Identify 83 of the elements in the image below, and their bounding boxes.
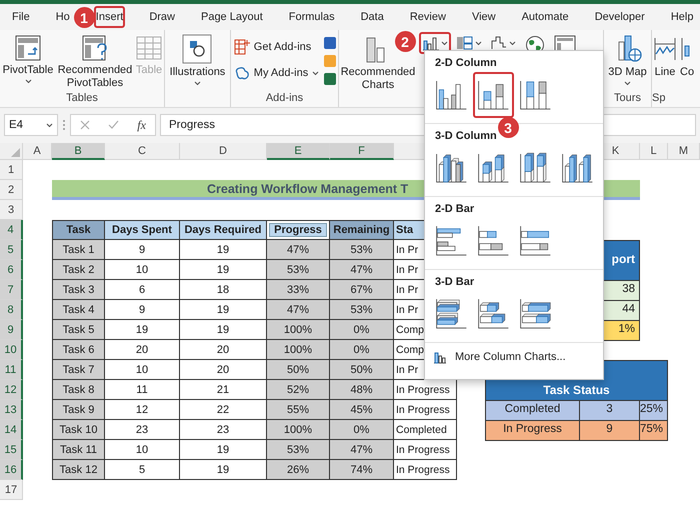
- table-cell: 19: [180, 300, 267, 320]
- table-cell: 9: [105, 300, 180, 320]
- table-cell: Task 1: [52, 240, 105, 260]
- menu-section-title: 2-D Column: [434, 57, 498, 69]
- table-cell: Task 11: [52, 440, 105, 460]
- table-cell: 74%: [330, 460, 394, 480]
- table-cell: 18: [180, 280, 267, 300]
- table-cell: Task 10: [52, 420, 105, 440]
- table-cell: 9: [105, 240, 180, 260]
- group-label: Tables: [66, 92, 98, 106]
- table-cell: 0%: [330, 420, 394, 440]
- table-cell: In Progress: [394, 380, 457, 400]
- table-cell: 10: [105, 260, 180, 280]
- table-cell: 0%: [330, 340, 394, 360]
- table-cell: 53%: [267, 440, 330, 460]
- table-cell: 11: [105, 380, 180, 400]
- table-cell: 47%: [330, 260, 394, 280]
- table-cell: 0%: [330, 320, 394, 340]
- table-cell: 100%: [267, 320, 330, 340]
- table-cell: 53%: [330, 300, 394, 320]
- task-status-cell: 3: [579, 400, 640, 421]
- table-cell: 22: [180, 400, 267, 420]
- table-cell: 50%: [267, 360, 330, 380]
- table-cell: 10: [105, 360, 180, 380]
- table-cell: Task 4: [52, 300, 105, 320]
- table-cell: Task 2: [52, 260, 105, 280]
- table-cell: Task 9: [52, 400, 105, 420]
- table-cell: 48%: [330, 380, 394, 400]
- table-cell: 20: [105, 340, 180, 360]
- table-cell: Task 12: [52, 460, 105, 480]
- table-cell: 47%: [267, 240, 330, 260]
- table-cell: 19: [105, 320, 180, 340]
- table-cell: 19: [180, 260, 267, 280]
- table-header-cell: Remaining: [330, 220, 394, 240]
- menu-section-title: 2-D Bar: [434, 203, 476, 215]
- group-label: Add-ins: [266, 92, 304, 106]
- task-status-cell: 25%: [639, 400, 668, 421]
- table-cell: 19: [180, 440, 267, 460]
- table-cell: 19: [180, 240, 267, 260]
- menu-section-title: 3-D Column: [434, 130, 498, 142]
- table-cell: Task 7: [52, 360, 105, 380]
- table-cell: 53%: [330, 240, 394, 260]
- table-cell: 33%: [267, 280, 330, 300]
- table-cell: 45%: [330, 400, 394, 420]
- table-cell: Task 5: [52, 320, 105, 340]
- task-status-cell: Completed: [485, 400, 580, 421]
- table-header-cell: Days Required: [180, 220, 267, 240]
- table-cell: 20: [180, 360, 267, 380]
- table-cell: 23: [105, 420, 180, 440]
- table-cell: 47%: [267, 300, 330, 320]
- table-cell: Task 3: [52, 280, 105, 300]
- table-cell: 10: [105, 440, 180, 460]
- task-status-cell: 75%: [639, 420, 668, 441]
- table-cell: 19: [180, 320, 267, 340]
- table-cell: Task 6: [52, 340, 105, 360]
- table-cell: 6: [105, 280, 180, 300]
- table-cell: 19: [180, 460, 267, 480]
- table-cell: 23: [180, 420, 267, 440]
- table-cell: 55%: [267, 400, 330, 420]
- table-cell: 100%: [267, 420, 330, 440]
- table-header-cell: Progress: [267, 220, 330, 240]
- table-cell: Completed: [394, 420, 457, 440]
- group-label: Tours: [614, 92, 641, 106]
- table-cell: In Progress: [394, 440, 457, 460]
- table-cell: 50%: [330, 360, 394, 380]
- table-cell: 5: [105, 460, 180, 480]
- task-status-cell: 9: [579, 420, 640, 441]
- table-header-cell: Task: [52, 220, 105, 240]
- table-header-cell: Days Spent: [105, 220, 180, 240]
- table-cell: 12: [105, 400, 180, 420]
- table-cell: 21: [180, 380, 267, 400]
- group-label: Sp: [652, 92, 666, 106]
- table-cell: 47%: [330, 440, 394, 460]
- table-cell: 67%: [330, 280, 394, 300]
- table-cell: 26%: [267, 460, 330, 480]
- table-cell: Task 8: [52, 380, 105, 400]
- table-cell: 52%: [267, 380, 330, 400]
- task-status-cell: In Progress: [485, 420, 580, 441]
- table-cell: 20: [180, 340, 267, 360]
- table-cell: 100%: [267, 340, 330, 360]
- table-cell: In Progress: [394, 460, 457, 480]
- table-cell: In Progress: [394, 400, 457, 420]
- table-cell: 53%: [267, 260, 330, 280]
